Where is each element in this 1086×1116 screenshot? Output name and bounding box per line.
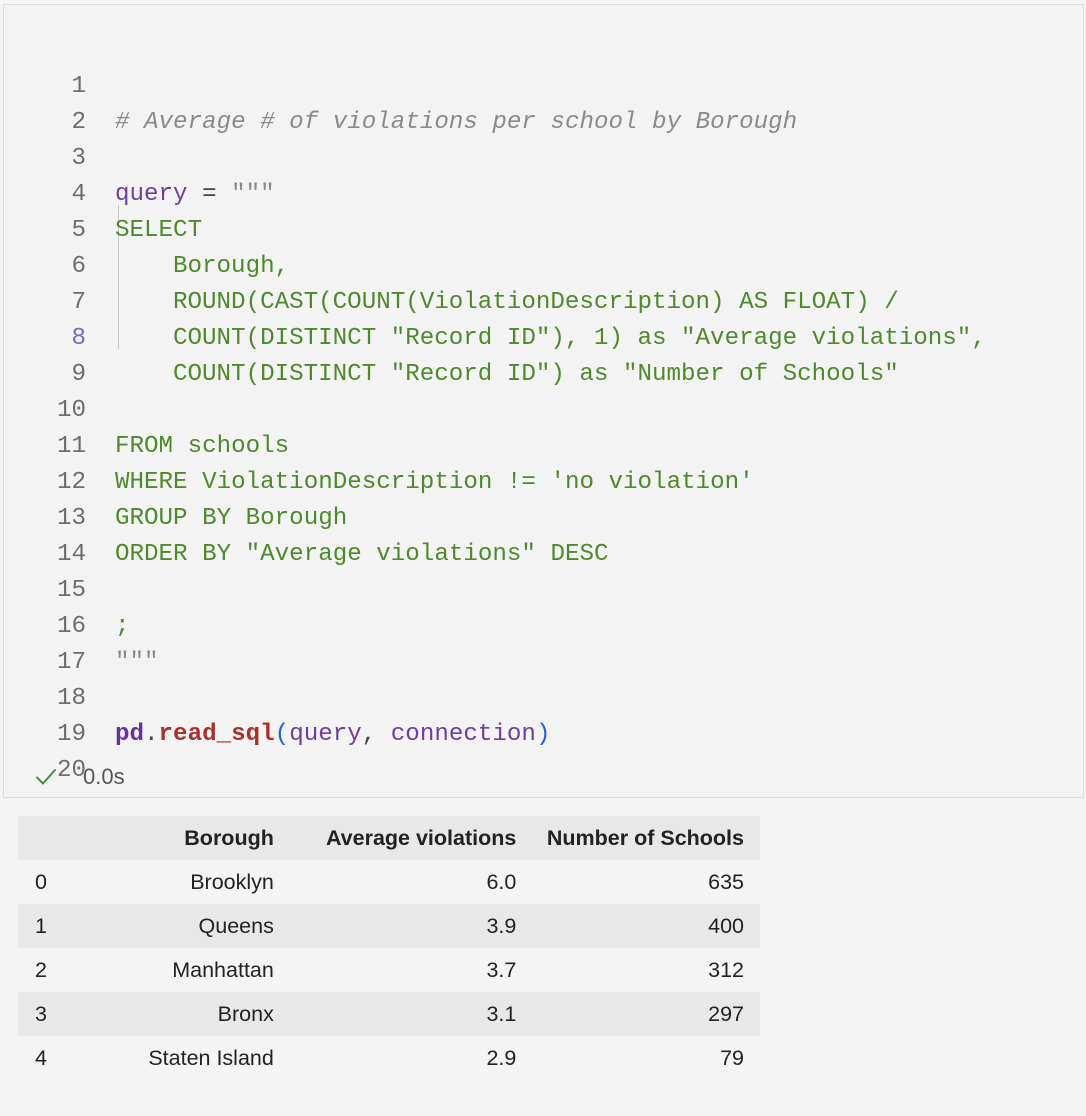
code-line-15[interactable]: 15 ; [4, 537, 130, 640]
sql-text: COUNT(DISTINCT "Record ID"), 1) as "Aver… [173, 325, 986, 352]
row-index: 0 [35, 869, 47, 894]
table-row: 1 Queens 3.9 400 [18, 904, 760, 948]
sql-text: SELECT [115, 217, 203, 244]
code-line-1[interactable]: 1 # Average # of violations per school b… [4, 33, 797, 136]
table-header-row: Borough Average violations Number of Sch… [18, 816, 760, 860]
code-line-5[interactable]: 5 Borough, [4, 177, 289, 280]
code-line-20[interactable]: 20 [4, 717, 91, 784]
code-line-17[interactable]: 17 [4, 609, 91, 676]
index-header [18, 816, 72, 860]
cell-number-of-schools: 79 [720, 1045, 744, 1070]
operator: = [187, 181, 232, 208]
code-line-10[interactable]: 10 FROM schools [4, 357, 289, 460]
cell-average-violations: 3.1 [486, 1001, 517, 1026]
comment-text: # Average # of violations per school by … [115, 109, 798, 136]
sql-text: ; [115, 613, 130, 640]
execution-status: 0.0s [35, 760, 125, 794]
module-name: pd [115, 721, 145, 748]
cell-average-violations: 6.0 [486, 869, 517, 894]
cell-average-violations: 2.9 [486, 1045, 517, 1070]
row-index: 4 [35, 1045, 47, 1070]
row-index: 3 [35, 1001, 47, 1026]
column-header-borough: Borough [184, 825, 274, 850]
cell-average-violations: 3.7 [486, 957, 517, 982]
table-row: 4 Staten Island 2.9 79 [18, 1036, 760, 1080]
code-line-11[interactable]: 11 WHERE ViolationDescription != 'no vio… [4, 393, 754, 496]
sql-text: ORDER BY "Average violations" DESC [115, 541, 609, 568]
code-line-12[interactable]: 12 GROUP BY Borough [4, 429, 347, 532]
sql-text: Borough, [173, 253, 290, 280]
code-line-18[interactable]: 18 pd.read_sql(query, connection) [4, 645, 551, 748]
sql-text: COUNT(DISTINCT "Record ID") as "Number o… [173, 361, 899, 388]
dot-operator: . [144, 721, 159, 748]
cell-number-of-schools: 312 [708, 957, 744, 982]
code-line-19[interactable]: 19 [4, 681, 91, 748]
sql-text: WHERE ViolationDescription != 'no violat… [115, 469, 754, 496]
cell-number-of-schools: 635 [708, 869, 744, 894]
close-paren: ) [535, 721, 551, 748]
cell-borough: Brooklyn [190, 869, 274, 894]
cell-borough: Bronx [217, 1001, 274, 1026]
code-line-14[interactable]: 14 [4, 501, 91, 568]
comma: , [361, 721, 391, 748]
table-row: 3 Bronx 3.1 297 [18, 992, 760, 1036]
code-line-6[interactable]: 6 ROUND(CAST(COUNT(ViolationDescription)… [4, 213, 898, 316]
code-line-8[interactable]: 8 COUNT(DISTINCT "Record ID") as "Number… [4, 285, 898, 388]
code-line-3[interactable]: 3 query = """ [4, 105, 274, 208]
code-cell[interactable]: 1 # Average # of violations per school b… [3, 4, 1084, 798]
execution-time: 0.0s [83, 764, 125, 789]
argument-query: query [289, 721, 362, 748]
column-header-number-of-schools: Number of Schools [546, 825, 744, 850]
code-line-9[interactable]: 9 [4, 321, 91, 388]
code-line-4[interactable]: 4 SELECT [4, 141, 202, 244]
code-line-2[interactable]: 2 [4, 69, 91, 136]
table-row: 0 Brooklyn 6.0 635 [18, 860, 760, 904]
open-paren: ( [274, 721, 290, 748]
cell-number-of-schools: 400 [708, 913, 744, 938]
sql-text: FROM schools [115, 433, 290, 460]
row-index: 1 [35, 913, 47, 938]
row-index: 2 [35, 957, 47, 982]
cell-borough: Queens [198, 913, 274, 938]
cell-borough: Staten Island [148, 1045, 274, 1070]
cell-average-violations: 3.9 [486, 913, 517, 938]
cell-number-of-schools: 297 [708, 1001, 744, 1026]
cell-borough: Manhattan [172, 957, 274, 982]
code-line-7[interactable]: 7 COUNT(DISTINCT "Record ID"), 1) as "Av… [4, 249, 985, 352]
table-row: 2 Manhattan 3.7 312 [18, 948, 760, 992]
code-line-13[interactable]: 13 ORDER BY "Average violations" DESC [4, 465, 609, 568]
check-icon [35, 766, 57, 788]
variable-name: query [115, 181, 188, 208]
column-header-average-violations: Average violations [325, 825, 517, 850]
string-quote: """ [231, 181, 275, 208]
argument-connection: connection [390, 721, 536, 748]
sql-text: ROUND(CAST(COUNT(ViolationDescription) A… [173, 289, 899, 316]
sql-text: GROUP BY Borough [115, 505, 348, 532]
code-line-16[interactable]: 16 """ [4, 573, 159, 676]
string-quote: """ [115, 649, 159, 676]
function-name: read_sql [158, 721, 275, 748]
dataframe-output: Borough Average violations Number of Sch… [18, 816, 760, 1080]
